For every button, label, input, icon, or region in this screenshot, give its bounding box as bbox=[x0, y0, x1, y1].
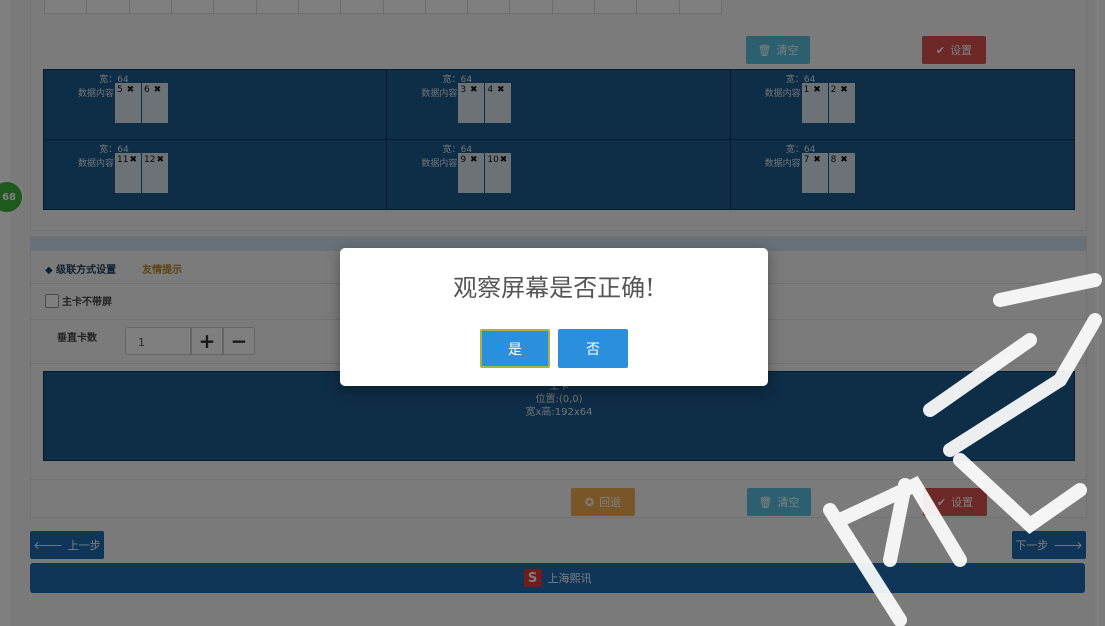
no-button[interactable]: 否 bbox=[558, 329, 628, 368]
dialog-question: 观察屏幕是否正确! bbox=[453, 274, 655, 302]
yes-button[interactable]: 是 bbox=[480, 329, 550, 368]
confirm-dialog: 观察屏幕是否正确! 是 否 bbox=[340, 248, 768, 386]
screen: 🗑 清空 ✔ 设置 宽：64 数据内容 5 ✖ 6 ✖ 宽：64 数据内容 3 … bbox=[0, 0, 1105, 626]
